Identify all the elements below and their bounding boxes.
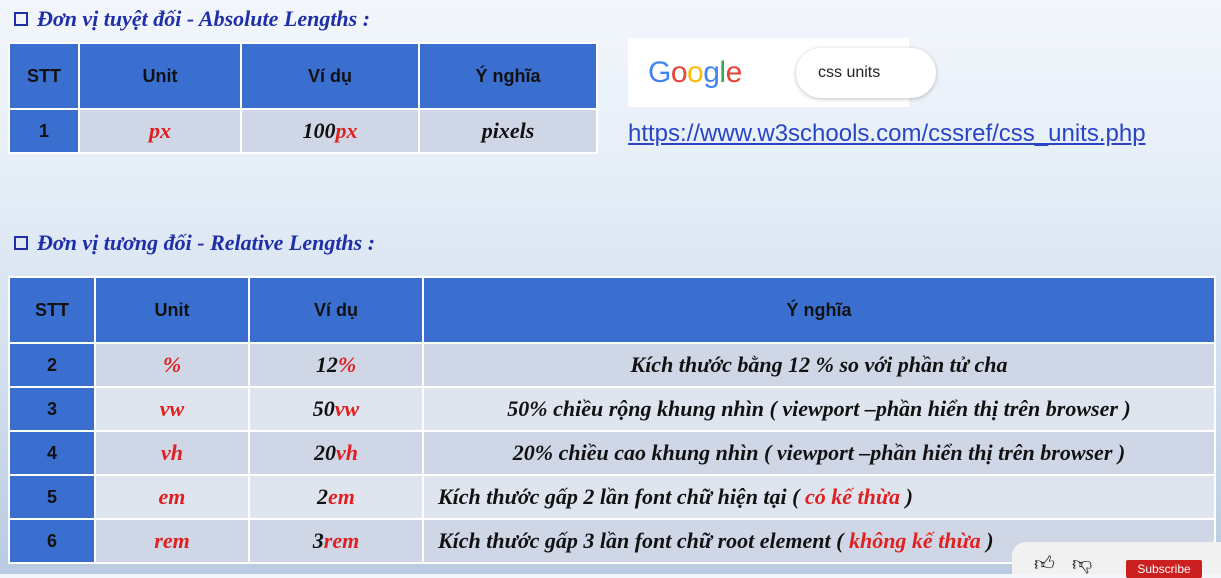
example-number: 100 [302,118,336,143]
cell-example: 50vw [248,386,424,432]
example-unit: vh [336,440,358,465]
header-stt: STT [8,42,80,110]
table-row: 1 px 100px pixels [8,108,598,154]
google-logo-letter: o [687,56,704,89]
cell-stt: 3 [8,386,96,432]
cell-unit: vh [94,430,250,476]
absolute-heading-text: Đơn vị tuyệt đối - Absolute Lengths : [37,6,371,31]
example-number: 2 [317,484,329,509]
thumbs-down-icon[interactable]: 👎︎ [1072,554,1094,574]
meaning-text: 50% chiều rộng khung nhìn ( viewport –ph… [507,396,1131,421]
cell-meaning: 50% chiều rộng khung nhìn ( viewport –ph… [422,386,1216,432]
table-row: 3 vw 50vw 50% chiều rộng khung nhìn ( vi… [8,386,1216,432]
header-stt: STT [8,276,96,344]
header-meaning: Ý nghĩa [418,42,598,110]
meaning-highlight: không kế thừa [848,528,981,553]
cell-example: 100px [240,108,420,154]
meaning-text: Kích thước gấp 2 lần font chữ hiện tại ( [438,484,805,509]
cell-unit: rem [94,518,250,564]
header-example: Ví dụ [248,276,424,344]
subscribe-button[interactable]: Subscribe [1126,560,1202,578]
example-unit: vw [334,396,360,421]
meaning-tail: ) [900,484,913,509]
cell-unit: em [94,474,250,520]
w3schools-link[interactable]: https://www.w3schools.com/cssref/css_uni… [628,120,1146,148]
cell-stt: 1 [8,108,80,154]
meaning-text: 20% chiều cao khung nhìn ( viewport –phầ… [512,440,1126,465]
table-header-row: STT Unit Ví dụ Ý nghĩa [8,276,1216,344]
search-box: css units [796,48,936,98]
table-header-row: STT Unit Ví dụ Ý nghĩa [8,42,598,110]
google-search-image: Google css units [628,38,936,107]
cell-meaning: pixels [418,108,598,154]
relative-heading-text: Đơn vị tương đối - Relative Lengths : [37,230,376,255]
cell-unit: vw [94,386,250,432]
header-unit: Unit [78,42,242,110]
cell-meaning: Kích thước gấp 2 lần font chữ hiện tại (… [422,474,1216,520]
absolute-lengths-table: STT Unit Ví dụ Ý nghĩa 1 px 100px pixels [8,42,598,154]
thumbs-up-icon[interactable]: 👍︎ [1034,554,1056,574]
cell-example: 12% [248,342,424,388]
google-logo-letter: g [703,56,720,89]
example-number: 3 [312,528,324,553]
table-row: 5 em 2em Kích thước gấp 2 lần font chữ h… [8,474,1216,520]
example-unit: px [335,118,358,143]
relative-lengths-table: STT Unit Ví dụ Ý nghĩa 2 % 12% Kích thướ… [8,276,1216,564]
cell-meaning: Kích thước bằng 12 % so với phần tử cha [422,342,1216,388]
absolute-lengths-heading: Đơn vị tuyệt đối - Absolute Lengths : [14,6,370,32]
cell-stt: 4 [8,430,96,476]
google-logo: Google [648,56,742,90]
cell-stt: 5 [8,474,96,520]
google-logo-letter: e [725,56,743,89]
example-unit: % [337,352,357,377]
example-number: 20 [314,440,336,465]
cell-example: 20vh [248,430,424,476]
table-row: 2 % 12% Kích thước bằng 12 % so với phần… [8,342,1216,388]
header-unit: Unit [94,276,250,344]
cell-meaning: 20% chiều cao khung nhìn ( viewport –phầ… [422,430,1216,476]
header-meaning: Ý nghĩa [422,276,1216,344]
checkbox-bullet-icon [14,236,28,250]
cell-example: 2em [248,474,424,520]
example-unit: rem [323,528,360,553]
cell-example: 3rem [248,518,424,564]
google-logo-letter: o [670,56,688,89]
checkbox-bullet-icon [14,12,28,26]
example-number: 12 [315,352,338,377]
cell-unit: px [78,108,242,154]
meaning-tail: ) [980,528,994,553]
relative-lengths-heading: Đơn vị tương đối - Relative Lengths : [14,230,375,256]
example-unit: em [328,484,355,509]
example-number: 50 [312,396,335,421]
cell-unit: % [94,342,250,388]
header-example: Ví dụ [240,42,420,110]
cell-stt: 2 [8,342,96,388]
table-row: 4 vh 20vh 20% chiều cao khung nhìn ( vie… [8,430,1216,476]
meaning-text: Kích thước gấp 3 lần font chữ root eleme… [438,528,849,553]
meaning-highlight: có kế thừa [805,484,901,509]
google-logo-letter: G [648,56,671,89]
meaning-text: Kích thước bằng 12 % so với phần tử cha [630,352,1008,377]
youtube-action-bar: 👍︎ 👎︎ Subscribe [1012,542,1221,578]
cell-stt: 6 [8,518,96,564]
